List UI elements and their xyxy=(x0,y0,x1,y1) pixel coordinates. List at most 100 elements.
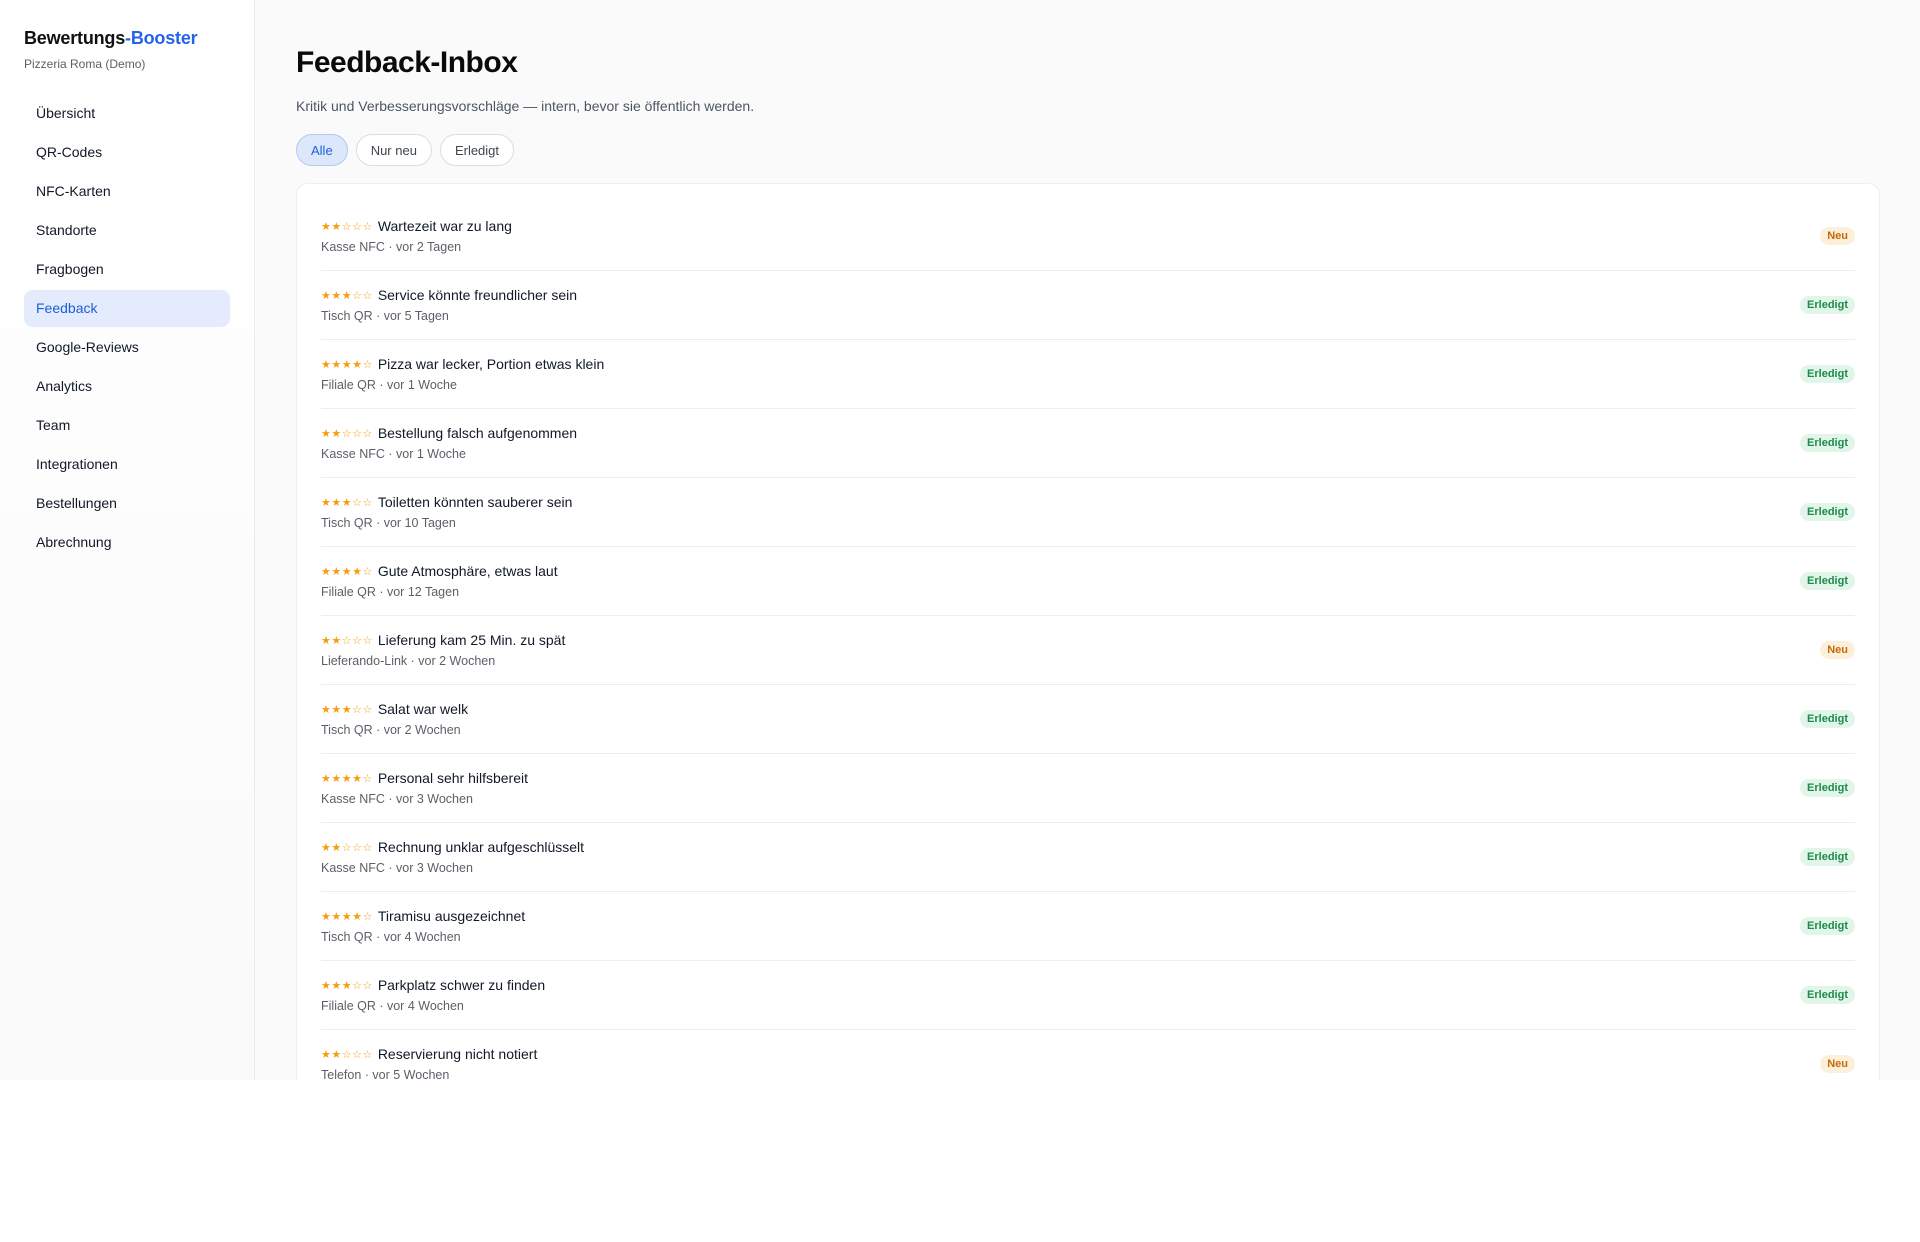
feedback-row-content: ★★★★☆ Tiramisu ausgezeichnet Tisch QR · vo… xyxy=(321,907,525,946)
star-rating-icon: ★★☆☆☆ xyxy=(321,219,373,233)
feedback-title: Rechnung unklar aufgeschlüsselt xyxy=(377,839,585,855)
star-rating-icon: ★★★☆☆ xyxy=(321,978,373,992)
star-rating-icon: ★★☆☆☆ xyxy=(321,840,373,854)
sidebar-item-fragbogen[interactable]: Fragbogen xyxy=(24,251,230,288)
feedback-title: Personal sehr hilfsbereit xyxy=(377,770,528,786)
feedback-row[interactable]: ★★☆☆☆ Reservierung nicht notiert Telefon ·… xyxy=(321,1030,1855,1080)
feedback-row[interactable]: ★★★☆☆ Service könnte freundlicher sein Tis… xyxy=(321,271,1855,340)
sidebar-item-uebersicht[interactable]: Übersicht xyxy=(24,95,230,132)
feedback-row-content: ★★☆☆☆ Lieferung kam 25 Min. zu spät Liefer… xyxy=(321,631,565,670)
sidebar-item-nfc-karten[interactable]: NFC-Karten xyxy=(24,173,230,210)
feedback-row-header: ★★★☆☆ Parkplatz schwer zu finden xyxy=(321,976,545,995)
feedback-title: Salat war welk xyxy=(377,701,469,717)
status-badge: Erledigt xyxy=(1800,503,1855,521)
feedback-row-content: ★★★☆☆ Salat war welk Tisch QR · vor 2 Woch… xyxy=(321,700,468,739)
sidebar-item-bestellungen[interactable]: Bestellungen xyxy=(24,485,230,522)
sidebar-nav: Übersicht QR-Codes NFC-Karten Standorte Frag… xyxy=(24,95,230,561)
feedback-row-content: ★★★★☆ Gute Atmosphäre, etwas laut Filiale … xyxy=(321,562,558,601)
feedback-row-header: ★★★☆☆ Salat war welk xyxy=(321,700,468,719)
status-badge: Erledigt xyxy=(1800,434,1855,452)
feedback-row-header: ★★★☆☆ Service könnte freundlicher sein xyxy=(321,286,577,305)
feedback-row[interactable]: ★★★☆☆ Toiletten könnten sauberer sein Tisc… xyxy=(321,478,1855,547)
feedback-row-header: ★★☆☆☆ Rechnung unklar aufgeschlüsselt xyxy=(321,838,584,857)
feedback-row-content: ★★☆☆☆ Wartezeit war zu lang Kasse NFC · vo… xyxy=(321,217,512,256)
feedback-row[interactable]: ★★★★☆ Personal sehr hilfsbereit Kasse NFC … xyxy=(321,754,1855,823)
feedback-list-card: ★★☆☆☆ Wartezeit war zu lang Kasse NFC · vo… xyxy=(296,183,1880,1080)
feedback-title: Toiletten könnten sauberer sein xyxy=(377,494,573,510)
feedback-row-header: ★★☆☆☆ Lieferung kam 25 Min. zu spät xyxy=(321,631,565,650)
feedback-row[interactable]: ★★★☆☆ Parkplatz schwer zu finden Filiale Q… xyxy=(321,961,1855,1030)
feedback-meta: Telefon · vor 5 Wochen xyxy=(321,1067,450,1081)
feedback-row[interactable]: ★★★☆☆ Salat war welk Tisch QR · vor 2 Woch… xyxy=(321,685,1855,754)
status-badge: Erledigt xyxy=(1800,710,1855,728)
feedback-title: Parkplatz schwer zu finden xyxy=(377,977,546,993)
feedback-title: Gute Atmosphäre, etwas laut xyxy=(377,563,558,579)
feedback-row[interactable]: ★★★★☆ Pizza war lecker, Portion etwas kle… xyxy=(321,340,1855,409)
feedback-row[interactable]: ★★★★☆ Tiramisu ausgezeichnet Tisch QR · vo… xyxy=(321,892,1855,961)
feedback-meta: Kasse NFC · vor 3 Wochen xyxy=(321,791,473,806)
sidebar-item-feedback[interactable]: Feedback xyxy=(24,290,230,327)
feedback-row-header: ★★☆☆☆ Bestellung falsch aufgenommen xyxy=(321,424,577,443)
feedback-row[interactable]: ★★☆☆☆ Lieferung kam 25 Min. zu spät Liefer… xyxy=(321,616,1855,685)
status-badge: Erledigt xyxy=(1800,779,1855,797)
page-title: Feedback-Inbox xyxy=(296,46,518,79)
feedback-row-header: ★★☆☆☆ Reservierung nicht notiert xyxy=(321,1045,537,1064)
status-badge: Erledigt xyxy=(1800,917,1855,935)
star-rating-icon: ★★☆☆☆ xyxy=(321,426,373,440)
sidebar-item-integrationen[interactable]: Integrationen xyxy=(24,446,230,483)
feedback-meta: Kasse NFC · vor 1 Woche xyxy=(321,446,466,461)
app-logo[interactable]: Bewertungs-Booster xyxy=(24,26,230,50)
sidebar-item-analytics[interactable]: Analytics xyxy=(24,368,230,405)
feedback-row-header: ★★★★☆ Gute Atmosphäre, etwas laut xyxy=(321,562,558,581)
filter-nur-neu[interactable]: Nur neu xyxy=(355,134,432,166)
feedback-title: Lieferung kam 25 Min. zu spät xyxy=(377,632,566,648)
app-viewport: Bewertungs-Booster Pizzeria Roma (Demo) … xyxy=(0,0,1920,1080)
sidebar-item-abrechnung[interactable]: Abrechnung xyxy=(24,524,230,561)
sidebar-item-team[interactable]: Team xyxy=(24,407,230,444)
sidebar-item-qr-codes[interactable]: QR-Codes xyxy=(24,134,230,171)
feedback-row[interactable]: ★★☆☆☆ Wartezeit war zu lang Kasse NFC · vo… xyxy=(321,202,1855,271)
feedback-row-content: ★★★☆☆ Toiletten könnten sauberer sein Tisc… xyxy=(321,493,572,532)
filter-alle[interactable]: Alle xyxy=(296,134,348,166)
feedback-meta: Lieferando-Link · vor 2 Wochen xyxy=(321,653,496,668)
feedback-meta: Filiale QR · vor 12 Tagen xyxy=(321,584,460,599)
feedback-meta: Filiale QR · vor 4 Wochen xyxy=(321,998,464,1013)
feedback-meta: Kasse NFC · vor 3 Wochen xyxy=(321,860,473,875)
star-rating-icon: ★★★☆☆ xyxy=(321,702,373,716)
feedback-title: Pizza war lecker, Portion etwas klein xyxy=(377,356,605,372)
star-rating-icon: ★★★☆☆ xyxy=(321,495,373,509)
feedback-title: Bestellung falsch aufgenommen xyxy=(377,425,578,441)
brand-name: Bewertungs xyxy=(24,28,126,48)
feedback-meta: Filiale QR · vor 1 Woche xyxy=(321,377,457,392)
feedback-row-header: ★★★★☆ Tiramisu ausgezeichnet xyxy=(321,907,525,926)
status-badge: Neu xyxy=(1820,1055,1855,1073)
filter-erledigt[interactable]: Erledigt xyxy=(439,134,515,166)
star-rating-icon: ★★★☆☆ xyxy=(321,288,373,302)
page-description: Kritik und Verbesserungsvorschläge — int… xyxy=(296,98,755,114)
sidebar-item-standorte[interactable]: Standorte xyxy=(24,212,230,249)
status-badge: Neu xyxy=(1820,227,1855,245)
status-badge: Erledigt xyxy=(1800,365,1855,383)
feedback-row-header: ★★★★☆ Personal sehr hilfsbereit xyxy=(321,769,528,788)
feedback-row-content: ★★☆☆☆ Reservierung nicht notiert Telefon ·… xyxy=(321,1045,537,1081)
feedback-row[interactable]: ★★☆☆☆ Rechnung unklar aufgeschlüsselt Kass… xyxy=(321,823,1855,892)
feedback-row-content: ★★★★☆ Pizza war lecker, Portion etwas kle… xyxy=(321,355,604,394)
feedback-row[interactable]: ★★☆☆☆ Bestellung falsch aufgenommen Kasse … xyxy=(321,409,1855,478)
status-badge: Erledigt xyxy=(1800,848,1855,866)
feedback-row-header: ★★★★☆ Pizza war lecker, Portion etwas kle… xyxy=(321,355,604,374)
feedback-title: Service könnte freundlicher sein xyxy=(377,287,578,303)
feedback-title: Wartezeit war zu lang xyxy=(377,218,512,234)
feedback-row-header: ★★★☆☆ Toiletten könnten sauberer sein xyxy=(321,493,572,512)
brand-name-accent: -Booster xyxy=(125,28,198,48)
feedback-row-header: ★★☆☆☆ Wartezeit war zu lang xyxy=(321,217,512,236)
feedback-title: Reservierung nicht notiert xyxy=(377,1046,538,1062)
feedback-row-content: ★★★☆☆ Parkplatz schwer zu finden Filiale Q… xyxy=(321,976,545,1015)
feedback-list: ★★☆☆☆ Wartezeit war zu lang Kasse NFC · vo… xyxy=(321,202,1855,1080)
feedback-title: Tiramisu ausgezeichnet xyxy=(377,908,526,924)
sidebar-item-google-reviews[interactable]: Google-Reviews xyxy=(24,329,230,366)
star-rating-icon: ★★☆☆☆ xyxy=(321,1047,373,1061)
feedback-row-content: ★★☆☆☆ Bestellung falsch aufgenommen Kasse … xyxy=(321,424,577,463)
main-content: Feedback-Inbox Kritik und Verbesserungsv… xyxy=(255,0,1920,1080)
feedback-row[interactable]: ★★★★☆ Gute Atmosphäre, etwas laut Filiale … xyxy=(321,547,1855,616)
feedback-row-content: ★★★☆☆ Service könnte freundlicher sein Tis… xyxy=(321,286,577,325)
